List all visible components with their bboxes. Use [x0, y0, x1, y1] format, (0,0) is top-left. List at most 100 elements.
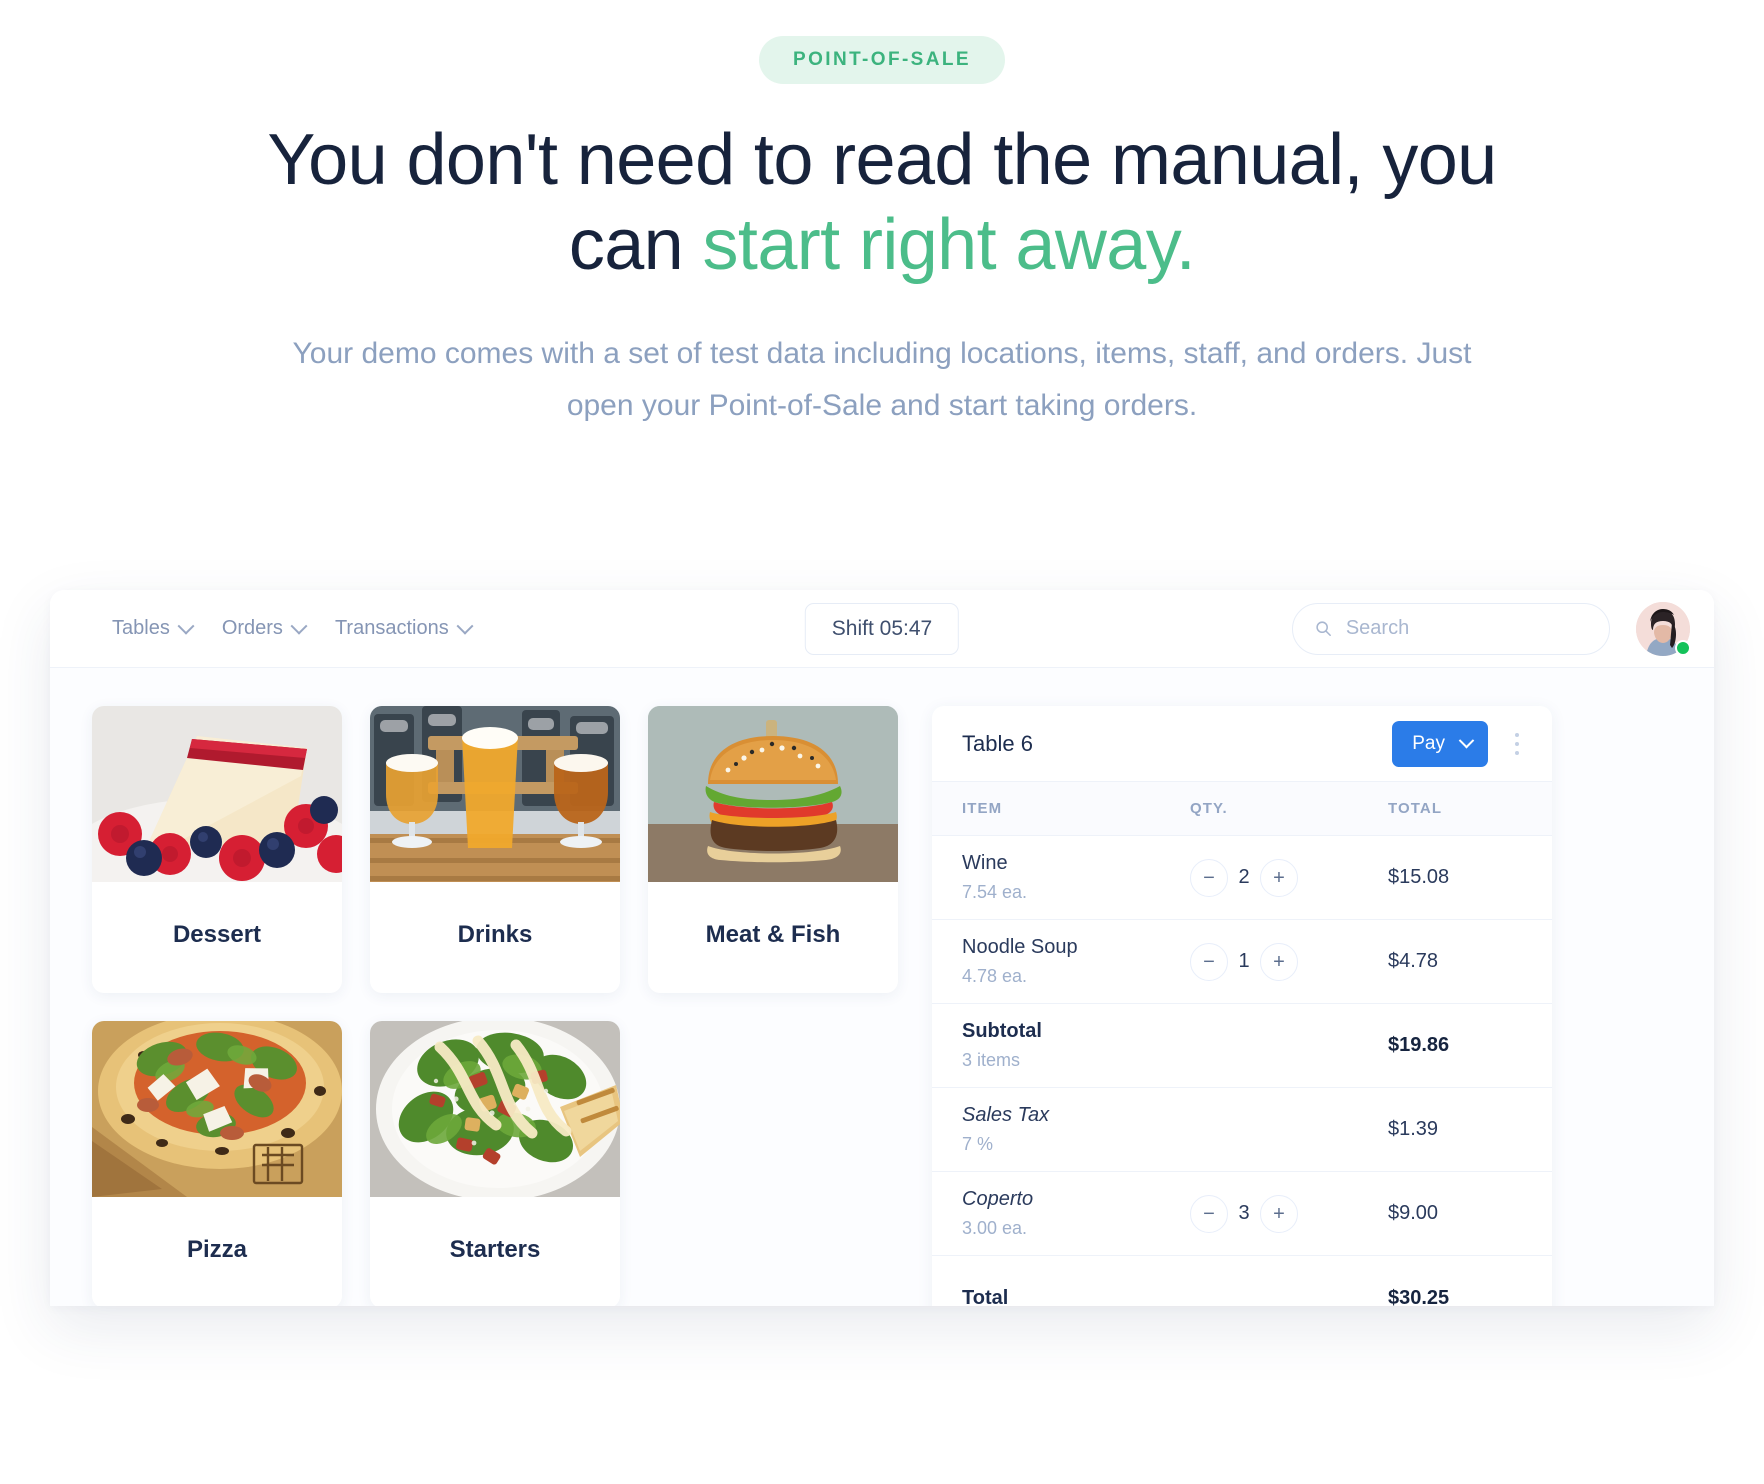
pay-button[interactable]: Pay — [1392, 720, 1488, 767]
row-item-subtext: 7.54 ea. — [962, 882, 1028, 902]
row-item-name: Coperto — [962, 1188, 1034, 1210]
table-row: Coperto 3.00 ea. −3 + $9.00 — [932, 1172, 1552, 1256]
category-card-dessert[interactable]: Dessert — [92, 706, 342, 993]
row-total-amount: $1.39 — [1388, 1118, 1439, 1140]
pos-toolbar: Tables Orders Transactions Shift 05:47 — [50, 590, 1714, 668]
category-label: Drinks — [457, 920, 533, 948]
three-beer-glasses-icon — [370, 706, 620, 882]
row-name-cell: Subtotal 3 items — [932, 1020, 1190, 1071]
row-name-cell: Coperto 3.00 ea. — [932, 1188, 1190, 1239]
row-name-cell: Sales Tax 7 % — [932, 1104, 1190, 1155]
pos-window: Tables Orders Transactions Shift 05:47 S… — [50, 590, 1714, 1306]
row-item-name: Sales Tax — [962, 1104, 1050, 1126]
search-box[interactable] — [1292, 602, 1610, 655]
row-total-amount: $19.86 — [1388, 1034, 1450, 1056]
eyebrow-badge: POINT-OF-SALE — [759, 36, 1005, 84]
row-name-cell: Total — [932, 1287, 1190, 1307]
order-table-title: Table 6 — [962, 730, 1033, 756]
row-item-subtext: 3.00 ea. — [962, 1218, 1028, 1238]
nav-item-label: Tables — [112, 617, 170, 639]
meat-and-fish-photo — [648, 706, 898, 882]
nav-item-label: Orders — [221, 617, 283, 639]
column-header-qty: QTY. — [1190, 800, 1228, 817]
category-card-drinks[interactable]: Drinks — [370, 706, 620, 993]
row-name-cell: Noodle Soup 4.78 ea. — [932, 936, 1190, 987]
more-options-icon[interactable] — [1504, 724, 1530, 764]
row-item-subtext: 4.78 ea. — [962, 966, 1028, 986]
column-header-total: TOTAL — [1388, 800, 1443, 817]
pay-button-label: Pay — [1412, 732, 1445, 754]
quantity-stepper: −1 + — [1190, 942, 1370, 981]
table-row: Sales Tax 7 % $1.39 — [932, 1088, 1552, 1172]
caesar-salad-plate-icon — [370, 1021, 620, 1197]
table-row: Wine 7.54 ea. −2 + $15.08 — [932, 836, 1552, 920]
cheeseburger-icon — [648, 706, 898, 882]
row-item-name: Wine — [962, 852, 1008, 874]
starters-photo — [370, 1021, 620, 1197]
increase-quantity-button[interactable]: + — [1260, 858, 1298, 897]
search-input[interactable] — [1345, 617, 1587, 640]
quantity-stepper: −2 + — [1190, 858, 1370, 897]
column-header-item: ITEM — [962, 800, 1003, 817]
row-item-name: Total — [962, 1286, 1009, 1307]
pizza-photo — [92, 1021, 342, 1197]
row-total-amount: $4.78 — [1388, 950, 1439, 972]
page-subtitle: Your demo comes with a set of test data … — [292, 336, 1472, 422]
chevron-down-icon — [456, 617, 474, 635]
category-grid: Dessert Drinks Meat & Fish Pizza Starter… — [92, 706, 898, 1306]
row-item-subtext: 7 % — [962, 1134, 994, 1154]
table-row: Noodle Soup 4.78 ea. −1 + $4.78 — [932, 920, 1552, 1004]
row-total-cell: $30.25 — [1370, 1287, 1552, 1307]
row-total-cell: $1.39 — [1370, 1118, 1552, 1141]
row-total-cell: $15.08 — [1370, 866, 1552, 889]
order-panel: Table 6 Pay ITEM QTY. TOTAL Wine 7.54 ea.… — [932, 706, 1552, 1306]
order-panel-header: Table 6 Pay — [932, 706, 1552, 782]
category-label: Meat & Fish — [705, 920, 841, 948]
decrease-quantity-button[interactable]: − — [1190, 858, 1228, 897]
quantity-value: 3 — [1238, 1202, 1250, 1224]
row-item-name: Noodle Soup — [962, 936, 1078, 958]
chevron-down-icon — [290, 617, 308, 635]
row-total-amount: $15.08 — [1388, 866, 1450, 888]
row-total-cell: $19.86 — [1370, 1034, 1552, 1057]
row-qty-cell: −2 + — [1190, 858, 1370, 897]
nav-item-orders[interactable]: Orders — [221, 617, 308, 640]
headline-accent-text: start right away. — [702, 204, 1196, 285]
nav-group: Tables Orders Transactions — [112, 617, 474, 640]
status-badge — [1675, 639, 1691, 656]
decrease-quantity-button[interactable]: − — [1190, 942, 1228, 981]
quantity-value: 1 — [1238, 950, 1250, 972]
quantity-value: 2 — [1238, 866, 1250, 888]
table-row: Total $30.25 — [932, 1256, 1552, 1307]
nav-item-transactions[interactable]: Transactions — [334, 617, 474, 640]
row-total-amount: $30.25 — [1388, 1286, 1450, 1307]
row-qty-cell: −3 + — [1190, 1194, 1370, 1233]
category-card-pizza[interactable]: Pizza — [92, 1021, 342, 1306]
category-card-starters[interactable]: Starters — [370, 1021, 620, 1306]
page-title: You don't need to read the manual, you c… — [237, 118, 1527, 288]
pizza-with-arugula-icon — [92, 1021, 342, 1197]
row-item-name: Subtotal — [962, 1020, 1042, 1042]
cheesecake-with-berries-icon — [92, 706, 342, 882]
row-item-subtext: 3 items — [962, 1050, 1021, 1070]
category-label: Starters — [449, 1235, 541, 1263]
row-qty-cell: −1 + — [1190, 942, 1370, 981]
dessert-photo — [92, 706, 342, 882]
increase-quantity-button[interactable]: + — [1260, 942, 1298, 981]
nav-item-tables[interactable]: Tables — [112, 617, 195, 640]
category-card-meat-and-fish[interactable]: Meat & Fish — [648, 706, 898, 993]
order-rows: Wine 7.54 ea. −2 + $15.08 Noodle Soup 4.78 ea.… — [932, 836, 1552, 1306]
table-row: Subtotal 3 items $19.86 — [932, 1004, 1552, 1088]
shift-timer-badge[interactable]: Shift 05:47 — [804, 602, 960, 655]
hero-section: POINT-OF-SALE You don't need to read the… — [0, 0, 1764, 431]
drinks-photo — [370, 706, 620, 882]
avatar[interactable] — [1636, 601, 1691, 656]
increase-quantity-button[interactable]: + — [1260, 1194, 1298, 1233]
decrease-quantity-button[interactable]: − — [1190, 1194, 1228, 1233]
chevron-down-icon — [177, 617, 195, 635]
row-total-cell: $4.78 — [1370, 950, 1552, 973]
pos-body: Dessert Drinks Meat & Fish Pizza Starter… — [50, 668, 1714, 1306]
search-icon — [1316, 621, 1331, 636]
nav-item-label: Transactions — [334, 617, 449, 639]
row-total-amount: $9.00 — [1388, 1202, 1439, 1224]
